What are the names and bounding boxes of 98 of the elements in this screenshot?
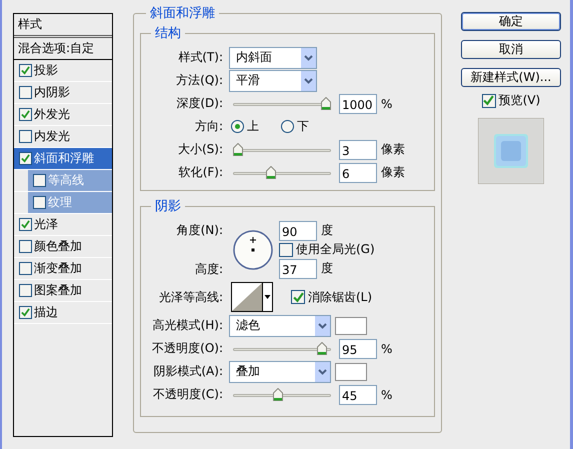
slider-thumb[interactable] bbox=[272, 388, 283, 401]
checkbox[interactable] bbox=[19, 152, 32, 165]
field-label: 深度(D): bbox=[175, 95, 223, 112]
field-label: 阴影模式(A): bbox=[152, 363, 223, 380]
style-item-label: 渐变叠加 bbox=[34, 260, 82, 277]
slider[interactable] bbox=[233, 166, 331, 179]
checkbox[interactable] bbox=[19, 64, 32, 77]
checkbox[interactable] bbox=[279, 242, 293, 256]
field-label: 角度(N): bbox=[176, 222, 223, 238]
checkbox[interactable] bbox=[19, 306, 32, 319]
field-label: 光泽等高线: bbox=[158, 288, 223, 306]
checkbox-option[interactable]: 预览(V) bbox=[482, 92, 540, 109]
number-field[interactable]: 90 bbox=[279, 220, 317, 240]
color-swatch[interactable] bbox=[335, 316, 367, 334]
contour-picker[interactable] bbox=[231, 282, 273, 312]
style-item-label: 图案叠加 bbox=[34, 282, 82, 299]
field-label: 样式(T): bbox=[177, 49, 223, 66]
style-item-label: 外发光 bbox=[34, 106, 70, 123]
dialog-button[interactable]: 新建样式(W)... bbox=[461, 68, 561, 87]
style-item[interactable]: 图案叠加 bbox=[14, 280, 112, 302]
unit-label: 像素 bbox=[381, 141, 405, 158]
radio-option[interactable]: 上 bbox=[231, 118, 259, 135]
field-label: 方向: bbox=[194, 118, 223, 135]
angle-dial-icon[interactable] bbox=[233, 230, 273, 270]
style-item[interactable]: 颜色叠加 bbox=[14, 236, 112, 258]
number-field[interactable]: 3 bbox=[339, 140, 377, 160]
field-label: 高度: bbox=[194, 260, 223, 278]
dialog-button[interactable]: 确定 bbox=[461, 12, 561, 31]
field-label: 方法(Q): bbox=[175, 72, 223, 89]
radio-button[interactable] bbox=[231, 120, 244, 133]
style-item[interactable]: 外发光 bbox=[14, 104, 112, 126]
group-title: 结构 bbox=[154, 25, 182, 42]
radio-button[interactable] bbox=[281, 120, 294, 133]
group-title: 阴影 bbox=[154, 198, 182, 215]
checkbox[interactable] bbox=[19, 218, 32, 231]
style-item-label: 颜色叠加 bbox=[34, 238, 82, 255]
checkbox[interactable] bbox=[19, 262, 32, 275]
style-item[interactable]: 渐变叠加 bbox=[14, 258, 112, 280]
style-subitem-label: 纹理 bbox=[48, 194, 72, 211]
number-field[interactable]: 45 bbox=[339, 384, 377, 404]
unit-label: % bbox=[381, 342, 392, 356]
checkbox[interactable] bbox=[33, 174, 46, 187]
checkbox[interactable] bbox=[19, 108, 32, 121]
blend-options-item[interactable]: 混合选项:自定 bbox=[14, 38, 112, 60]
slider-thumb[interactable] bbox=[316, 342, 327, 355]
style-item-label: 内阴影 bbox=[34, 84, 70, 101]
list-header: 样式 bbox=[14, 14, 112, 38]
slider[interactable] bbox=[233, 143, 331, 156]
checkbox-option[interactable]: 消除锯齿(L) bbox=[291, 288, 372, 306]
number-field[interactable]: 37 bbox=[279, 258, 317, 278]
style-item[interactable]: 光泽 bbox=[14, 214, 112, 236]
style-subitem-label: 等高线 bbox=[48, 172, 84, 189]
checkbox[interactable] bbox=[291, 290, 305, 304]
dropdown[interactable]: 内斜面 bbox=[229, 46, 317, 68]
slider-thumb[interactable] bbox=[266, 166, 276, 179]
checkbox[interactable] bbox=[19, 284, 32, 297]
dropdown[interactable]: 叠加 bbox=[229, 360, 331, 382]
style-item[interactable]: 投影 bbox=[14, 60, 112, 82]
slider[interactable] bbox=[233, 342, 331, 355]
slider-thumb[interactable] bbox=[321, 97, 331, 110]
panel-title: 斜面和浮雕 bbox=[149, 5, 216, 22]
field-label: 软化(F): bbox=[178, 164, 223, 181]
style-item-label: 投影 bbox=[34, 62, 58, 79]
number-field[interactable]: 1000 bbox=[339, 94, 377, 114]
style-item[interactable]: 斜面和浮雕 bbox=[14, 148, 112, 170]
dialog-button[interactable]: 取消 bbox=[461, 40, 561, 59]
style-item-label: 光泽 bbox=[34, 216, 58, 233]
checkbox[interactable] bbox=[19, 86, 32, 99]
dropdown[interactable]: 平滑 bbox=[229, 70, 317, 92]
contour-curve-icon bbox=[232, 283, 262, 311]
unit-label: 像素 bbox=[381, 164, 405, 181]
slider-thumb[interactable] bbox=[233, 143, 243, 156]
unit-label: % bbox=[381, 96, 392, 110]
checkbox[interactable] bbox=[33, 196, 46, 209]
checkbox[interactable] bbox=[482, 94, 496, 108]
field-label: 大小(S): bbox=[176, 141, 223, 158]
style-item[interactable]: 描边 bbox=[14, 302, 112, 324]
number-field[interactable]: 95 bbox=[339, 338, 377, 358]
style-item-label: 内发光 bbox=[34, 128, 70, 145]
checkbox-option[interactable]: 使用全局光(G) bbox=[279, 240, 375, 259]
slider[interactable] bbox=[233, 97, 331, 110]
number-field[interactable]: 6 bbox=[339, 162, 377, 182]
unit-label: 度 bbox=[321, 260, 333, 277]
radio-option[interactable]: 下 bbox=[281, 118, 309, 135]
style-item[interactable]: 内阴影 bbox=[14, 82, 112, 104]
unit-label: 度 bbox=[321, 222, 333, 239]
checkbox[interactable] bbox=[19, 130, 32, 143]
style-item-label: 描边 bbox=[34, 304, 58, 321]
slider[interactable] bbox=[233, 388, 331, 401]
field-label: 不透明度(O): bbox=[151, 340, 223, 357]
checkbox[interactable] bbox=[19, 240, 32, 253]
preview-thumbnail-icon bbox=[478, 118, 544, 184]
color-swatch[interactable] bbox=[335, 362, 367, 380]
field-label: 高光模式(H): bbox=[152, 317, 223, 334]
field-label: 不透明度(C): bbox=[152, 386, 223, 403]
unit-label: % bbox=[381, 388, 392, 402]
dropdown[interactable]: 滤色 bbox=[229, 314, 331, 336]
style-item-label: 斜面和浮雕 bbox=[34, 150, 94, 167]
